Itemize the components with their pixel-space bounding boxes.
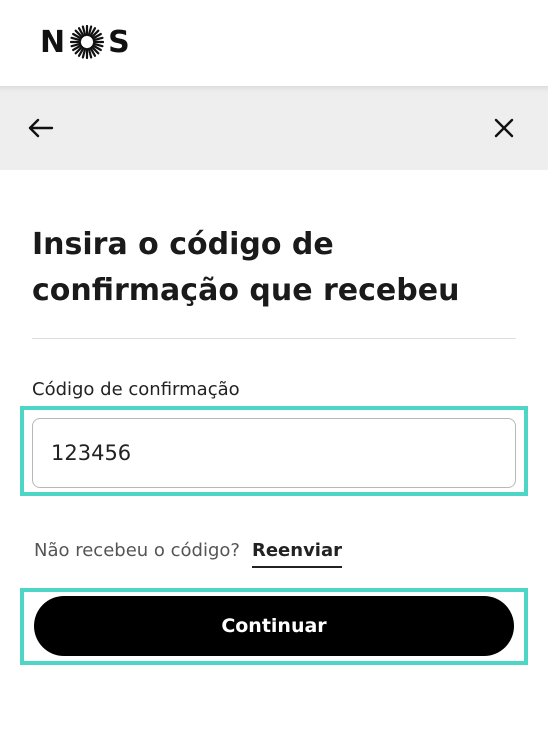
app-header: N S — [0, 0, 548, 86]
logo-letter-n: N — [40, 24, 67, 60]
arrow-left-icon — [28, 118, 54, 138]
close-icon — [494, 118, 514, 138]
sun-burst-icon — [70, 25, 105, 59]
divider — [32, 338, 516, 339]
resend-row: Não recebeu o código? Reenviar — [34, 540, 343, 568]
resend-question: Não recebeu o código? — [34, 540, 240, 561]
confirmation-code-input[interactable] — [32, 418, 516, 488]
logo-letter-s: S — [108, 24, 131, 60]
code-field-label: Código de confirmação — [32, 379, 240, 400]
close-button[interactable] — [490, 114, 518, 142]
back-button[interactable] — [26, 114, 58, 142]
top-navbar — [0, 86, 548, 170]
nos-logo[interactable]: N S — [40, 22, 131, 62]
page-title: Insira o código de confirmação que receb… — [32, 227, 460, 308]
continue-button[interactable]: Continuar — [34, 596, 514, 656]
resend-link[interactable]: Reenviar — [251, 540, 343, 568]
